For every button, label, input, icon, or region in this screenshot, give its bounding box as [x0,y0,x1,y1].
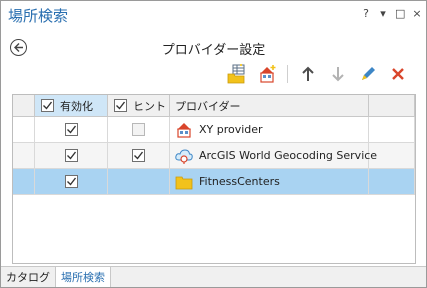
move-up-icon [302,66,314,81]
enabled-cell [35,117,108,142]
tab-locate[interactable]: 場所検索 [56,267,111,287]
add-locator-from-table-button[interactable] [227,64,247,84]
column-header-provider-label: プロバイダー [175,99,241,113]
provider-toolbar [227,64,408,84]
xy-provider-icon [175,122,193,138]
provider-cell: XY provider [170,117,369,142]
table-row[interactable]: XY provider [13,117,415,143]
row-header[interactable] [13,169,35,194]
provider-name: XY provider [199,123,263,136]
enabled-checkbox[interactable] [64,175,78,188]
hint-cell [108,117,170,142]
add-locator-button[interactable] [257,64,277,84]
row-header-corner [13,95,35,116]
provider-cell: ArcGIS World Geocoding Service [170,143,377,168]
enabled-cell [35,169,108,194]
row-header[interactable] [13,143,35,168]
pane-titlebar: 場所検索 ? ▾ □ × [1,1,426,29]
column-header-enabled[interactable]: 有効化 [35,95,108,116]
move-down-icon [332,67,344,82]
move-up-button[interactable] [298,64,318,84]
provider-cell: FitnessCenters [170,169,369,194]
page-heading: プロバイダー設定 [161,43,266,58]
provider-name: FitnessCenters [199,175,280,188]
column-header-provider[interactable]: プロバイダー [170,95,369,116]
column-header-hint-label: ヒント [133,99,166,113]
options-menu-button[interactable]: ▾ [378,7,388,20]
folder-locator-icon [175,174,193,190]
provider-grid: 有効化 ヒント プロバイダー XY provider ArcGIS World … [12,94,416,264]
column-header-extra [369,95,415,116]
toolbar-separator [287,65,288,83]
provider-name: ArcGIS World Geocoding Service [199,149,378,162]
enabled-checkbox[interactable] [64,149,78,162]
hint-cell [108,169,170,194]
edit-button[interactable] [358,64,378,84]
hint-checkbox[interactable] [132,149,145,162]
extra-cell [369,117,415,142]
locate-pane: 場所検索 ? ▾ □ × プロバイダー設定 有効化 ヒント プロバイダー XY … [0,0,427,288]
move-down-button[interactable] [328,64,348,84]
grid-header: 有効化 ヒント プロバイダー [13,95,415,117]
remove-button[interactable] [388,64,408,84]
checkmark-icon [43,101,53,110]
checkmark-icon [66,177,76,186]
maximize-button[interactable]: □ [395,7,405,20]
window-controls: ? ▾ □ × [361,7,422,20]
checkmark-icon [66,151,76,160]
pane-title: 場所検索 [8,7,69,25]
enable-all-checkbox[interactable] [41,99,54,112]
extra-cell [369,143,415,168]
column-header-hint[interactable]: ヒント [108,95,170,116]
remove-icon [392,68,404,80]
column-header-enabled-label: 有効化 [60,99,93,113]
add-table-locator-icon [227,64,245,84]
tab-catalog[interactable]: カタログ [1,267,56,287]
hint-cell [108,143,170,168]
hint-all-checkbox[interactable] [114,99,127,112]
enabled-cell [35,143,108,168]
table-row[interactable]: ArcGIS World Geocoding Service [13,143,415,169]
edit-icon [362,67,375,80]
row-header[interactable] [13,117,35,142]
world-geocoding-icon [175,148,193,164]
extra-cell [369,169,415,194]
help-button[interactable]: ? [361,7,371,20]
checkmark-icon [116,101,126,110]
enabled-checkbox[interactable] [64,123,78,136]
bottom-tab-bar: カタログ 場所検索 [1,266,426,287]
checkmark-icon [134,151,144,160]
checkmark-icon [66,125,76,134]
close-button[interactable]: × [412,7,422,20]
table-row[interactable]: FitnessCenters [13,169,415,195]
hint-checkbox [132,123,145,136]
add-building-locator-icon [260,65,276,83]
